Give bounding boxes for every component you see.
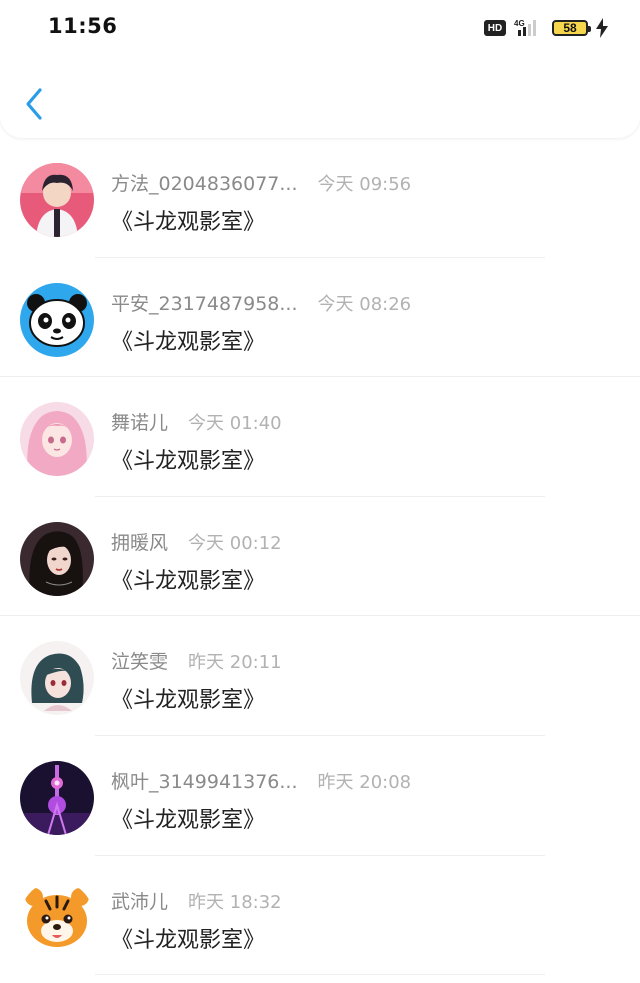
sender-name: 平安_2317487958... [111,292,298,315]
list-item[interactable]: 方法_0204836077... 今天 09:56 《斗龙观影室》 [0,138,640,258]
message-preview: 《斗龙观影室》 [111,210,266,235]
list-item[interactable]: 舞诺儿 今天 01:40 《斗龙观影室》 [0,377,640,497]
back-button[interactable] [20,84,50,124]
list-item[interactable]: 泣笑雯 昨天 20:11 《斗龙观影室》 [0,616,640,736]
timestamp: 今天 00:12 [188,532,282,554]
conversation-list: 方法_0204836077... 今天 09:56 《斗龙观影室》 平安_231… [0,138,640,976]
meta-row: 平安_2317487958... 今天 08:26 [111,289,411,316]
message-preview: 《斗龙观影室》 [111,568,266,594]
hd-icon: HD [484,20,506,36]
meta-row: 方法_0204836077... 今天 09:56 [111,169,411,196]
avatar[interactable] [20,880,94,955]
divider [95,974,545,976]
meta-row: 枫叶_3149941376... 昨天 20:08 [111,767,411,794]
avatar[interactable] [20,760,94,835]
meta-row: 舞诺儿 今天 01:40 [111,408,282,435]
meta-row: 武沛儿 昨天 18:32 [111,887,282,914]
list-item[interactable]: 拥暖风 今天 00:12 《斗龙观影室》 [0,497,640,617]
message-preview: 《斗龙观影室》 [111,449,266,475]
avatar[interactable] [20,641,94,716]
battery-icon: 58 [552,20,591,36]
message-preview: 《斗龙观影室》 [111,688,266,714]
battery-level: 58 [563,21,577,35]
list-item[interactable]: 武沛儿 昨天 18:32 《斗龙观影室》 [0,856,640,976]
timestamp: 今天 01:40 [188,413,282,435]
sender-name: 方法_0204836077... [111,173,298,195]
avatar[interactable] [20,163,94,237]
network-label: 4G [514,19,525,28]
sender-name: 拥暖风 [111,531,169,554]
avatar[interactable] [20,402,94,477]
avatar[interactable] [20,521,94,596]
sender-name: 泣笑雯 [111,651,169,674]
list-item[interactable]: 平安_2317487958... 今天 08:26 《斗龙观影室》 [0,258,640,378]
message-preview: 《斗龙观影室》 [111,807,266,833]
meta-row: 拥暖风 今天 00:12 [111,528,282,555]
timestamp: 今天 08:26 [317,293,412,315]
status-time: 11:56 [48,14,118,38]
avatar[interactable] [20,282,94,357]
signal-4g-icon: 4G [514,19,536,36]
timestamp: 昨天 20:11 [188,652,282,674]
status-icons: HD 4G 58 [484,16,608,40]
timestamp: 昨天 18:32 [188,891,282,913]
list-item[interactable]: 枫叶_3149941376... 昨天 20:08 《斗龙观影室》 [0,736,640,856]
meta-row: 泣笑雯 昨天 20:11 [111,647,282,674]
timestamp: 昨天 20:08 [317,771,412,793]
message-preview: 《斗龙观影室》 [111,329,266,355]
charging-icon [596,18,608,38]
timestamp: 今天 09:56 [317,174,412,195]
sender-name: 武沛儿 [111,890,169,913]
sender-name: 枫叶_3149941376... [111,770,298,793]
top-bar: 11:56 HD 4G 58 [0,0,640,138]
chevron-left-icon [26,88,42,120]
sender-name: 舞诺儿 [111,412,169,435]
message-preview: 《斗龙观影室》 [111,927,266,953]
